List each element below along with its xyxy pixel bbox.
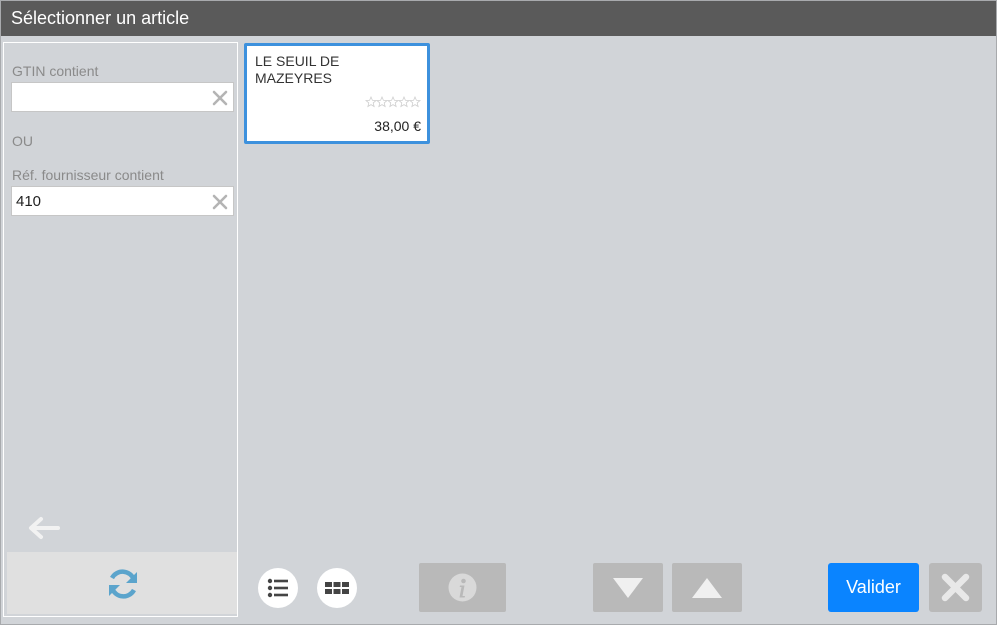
grid-view-icon: [325, 582, 349, 594]
filter-panel: GTIN contient OU Réf. fournisseur contie…: [3, 42, 238, 617]
triangle-up-icon: [692, 578, 722, 598]
move-down-button[interactable]: [593, 563, 663, 612]
clear-supplier-ref-icon[interactable]: [212, 194, 228, 210]
refresh-button[interactable]: [7, 552, 237, 614]
article-name: LE SEUIL DE MAZEYRES: [255, 53, 340, 86]
gtin-label: GTIN contient: [12, 63, 99, 79]
list-view-icon: [267, 578, 288, 598]
gtin-input[interactable]: [12, 83, 206, 111]
move-up-button[interactable]: [672, 563, 742, 612]
close-button[interactable]: [929, 563, 982, 612]
or-separator: OU: [12, 133, 33, 149]
arrow-left-icon[interactable]: [26, 516, 62, 540]
rating-stars: [365, 96, 422, 108]
grid-view-button[interactable]: [317, 568, 357, 608]
supplier-ref-input[interactable]: [12, 187, 206, 215]
supplier-ref-label: Réf. fournisseur contient: [12, 167, 164, 183]
gtin-field: [11, 82, 234, 112]
validate-button[interactable]: Valider: [828, 563, 919, 612]
info-icon: [448, 573, 477, 602]
supplier-ref-field: [11, 186, 234, 216]
title-bar: Sélectionner un article: [1, 1, 996, 36]
article-card[interactable]: LE SEUIL DE MAZEYRES 38,00 €: [244, 43, 430, 144]
refresh-icon: [109, 569, 137, 599]
dialog-title: Sélectionner un article: [11, 8, 190, 28]
info-button[interactable]: [419, 563, 506, 612]
triangle-down-icon: [613, 578, 643, 598]
article-price: 38,00 €: [374, 118, 421, 134]
select-article-dialog: Sélectionner un article GTIN contient OU…: [0, 0, 997, 625]
clear-gtin-icon[interactable]: [212, 90, 228, 106]
close-icon: [941, 573, 970, 602]
list-view-button[interactable]: [258, 568, 298, 608]
